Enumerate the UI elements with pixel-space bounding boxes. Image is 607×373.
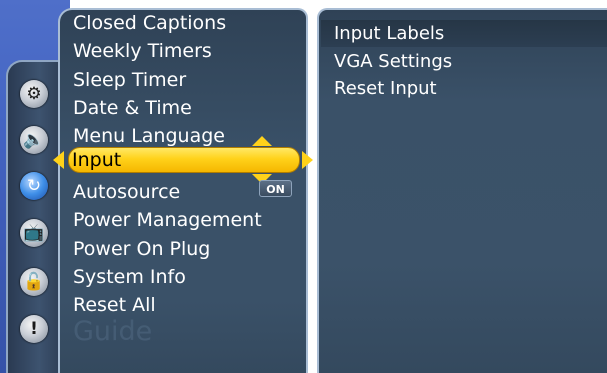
submenu-item-vga-settings[interactable]: VGA Settings <box>334 48 452 75</box>
input-submenu: Input Labels VGA Settings Reset Input <box>317 8 607 373</box>
menu-item-menu-language[interactable]: Menu Language <box>73 122 225 150</box>
menu-item-sleep-timer[interactable]: Sleep Timer <box>73 66 186 94</box>
menu-item-input[interactable]: Input <box>72 147 121 173</box>
lock-icon[interactable]: 🔓 <box>20 268 48 296</box>
arrow-up-icon[interactable] <box>252 136 272 146</box>
ghost-label-guide: Guide <box>73 316 153 347</box>
menu-item-autosource[interactable]: Autosource <box>73 178 180 206</box>
submenu-item-input-labels[interactable]: Input Labels <box>334 20 444 47</box>
menu-item-power-on-plug[interactable]: Power On Plug <box>73 235 210 263</box>
menu-item-system-info[interactable]: System Info <box>73 263 186 291</box>
menu-item-reset-all[interactable]: Reset All <box>73 291 156 319</box>
input-icon[interactable]: ↻ <box>20 172 48 200</box>
gear-icon[interactable]: ⚙ <box>20 80 48 108</box>
category-rail: ⚙ 🔈 ↻ 📺 🔓 ! <box>6 60 60 373</box>
tv-settings-screen: ⚙ 🔈 ↻ 📺 🔓 ! Closed Captions Weekly Timer… <box>0 0 607 373</box>
arrow-left-icon[interactable] <box>53 151 64 169</box>
submenu-item-reset-input[interactable]: Reset Input <box>334 75 437 102</box>
menu-item-date-time[interactable]: Date & Time <box>73 94 192 122</box>
arrow-right-icon[interactable] <box>302 151 313 169</box>
speaker-icon[interactable]: 🔈 <box>20 126 48 154</box>
autosource-status-badge: ON <box>259 180 292 197</box>
menu-item-weekly-timers[interactable]: Weekly Timers <box>73 37 212 65</box>
menu-item-power-management[interactable]: Power Management <box>73 206 262 234</box>
menu-item-closed-captions[interactable]: Closed Captions <box>73 10 226 37</box>
tv-icon[interactable]: 📺 <box>20 219 48 247</box>
exclamation-icon[interactable]: ! <box>20 315 48 343</box>
